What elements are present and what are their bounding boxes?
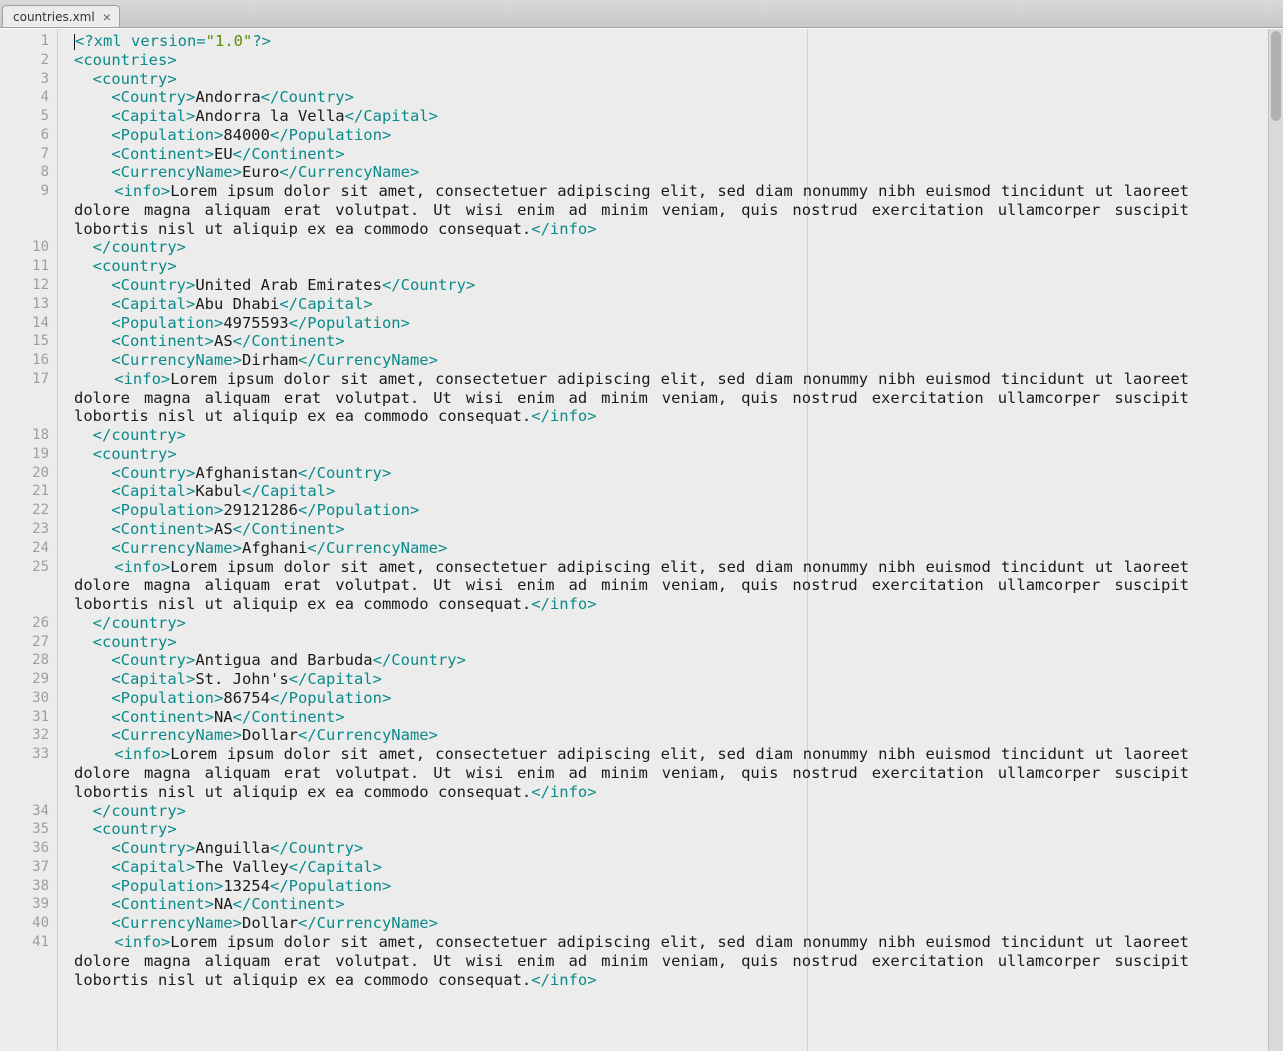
code-line[interactable]: <CurrencyName>Afghani</CurrencyName>: [74, 539, 1283, 558]
close-icon[interactable]: ×: [101, 10, 113, 24]
line-number: 16: [0, 351, 49, 370]
code-line[interactable]: <Continent>AS</Continent>: [74, 332, 1283, 351]
code-line[interactable]: <CurrencyName>Dollar</CurrencyName>: [74, 726, 1283, 745]
line-number: 38: [0, 877, 49, 896]
code-line[interactable]: <Continent>AS</Continent>: [74, 520, 1283, 539]
app-window: countries.xml × 123456789101112131415161…: [0, 0, 1283, 1051]
code-line[interactable]: <country>: [74, 820, 1283, 839]
line-number: 12: [0, 276, 49, 295]
line-number: 2: [0, 51, 49, 70]
file-tab[interactable]: countries.xml ×: [2, 5, 120, 27]
code-line[interactable]: <Country>Antigua and Barbuda</Country>: [74, 651, 1283, 670]
code-line[interactable]: <CurrencyName>Dirham</CurrencyName>: [74, 351, 1283, 370]
code-line[interactable]: <country>: [74, 633, 1283, 652]
line-number: 32: [0, 726, 49, 745]
code-line[interactable]: <Capital>Andorra la Vella</Capital>: [74, 107, 1283, 126]
code-line[interactable]: <info>Lorem ipsum dolor sit amet, consec…: [74, 182, 1189, 238]
code-line[interactable]: <Country>Andorra</Country>: [74, 88, 1283, 107]
line-number-gutter: 1234567891011121314151617181920212223242…: [0, 29, 58, 1051]
line-number: 36: [0, 839, 49, 858]
code-line[interactable]: <Population>4975593</Population>: [74, 314, 1283, 333]
line-number: 18: [0, 426, 49, 445]
code-line[interactable]: </country>: [74, 614, 1283, 633]
code-line[interactable]: </country>: [74, 802, 1283, 821]
line-number: 11: [0, 257, 49, 276]
line-number: 34: [0, 802, 49, 821]
code-line[interactable]: <info>Lorem ipsum dolor sit amet, consec…: [74, 933, 1189, 989]
vertical-scrollbar[interactable]: [1268, 29, 1283, 1051]
line-number: 23: [0, 520, 49, 539]
line-number: 21: [0, 482, 49, 501]
line-number: 28: [0, 651, 49, 670]
line-number: 17: [0, 370, 49, 426]
line-number: 40: [0, 914, 49, 933]
code-line[interactable]: <info>Lorem ipsum dolor sit amet, consec…: [74, 745, 1189, 801]
code-line[interactable]: <?xml version="1.0"?>: [74, 32, 1283, 51]
code-line[interactable]: <countries>: [74, 51, 1283, 70]
code-line[interactable]: <Population>84000</Population>: [74, 126, 1283, 145]
code-line[interactable]: <Country>United Arab Emirates</Country>: [74, 276, 1283, 295]
line-number: 26: [0, 614, 49, 633]
line-number: 25: [0, 558, 49, 614]
code-line[interactable]: <Population>13254</Population>: [74, 877, 1283, 896]
code-line[interactable]: <Capital>Abu Dhabi</Capital>: [74, 295, 1283, 314]
vertical-scrollbar-thumb[interactable]: [1271, 31, 1281, 121]
code-line[interactable]: <Capital>St. John's</Capital>: [74, 670, 1283, 689]
line-number: 9: [0, 182, 49, 238]
code-line[interactable]: <CurrencyName>Dollar</CurrencyName>: [74, 914, 1283, 933]
line-number: 13: [0, 295, 49, 314]
code-line[interactable]: <Continent>EU</Continent>: [74, 145, 1283, 164]
tab-bar: countries.xml ×: [0, 0, 1283, 28]
code-line[interactable]: <Population>29121286</Population>: [74, 501, 1283, 520]
code-line[interactable]: <Country>Afghanistan</Country>: [74, 464, 1283, 483]
code-line[interactable]: <Capital>The Valley</Capital>: [74, 858, 1283, 877]
code-line[interactable]: <Continent>NA</Continent>: [74, 708, 1283, 727]
code-line[interactable]: </country>: [74, 426, 1283, 445]
line-number: 3: [0, 70, 49, 89]
line-number: 5: [0, 107, 49, 126]
line-number: 8: [0, 163, 49, 182]
code-line[interactable]: <Country>Anguilla</Country>: [74, 839, 1283, 858]
code-line[interactable]: <CurrencyName>Euro</CurrencyName>: [74, 163, 1283, 182]
line-number: 35: [0, 820, 49, 839]
line-number: 27: [0, 633, 49, 652]
line-number: 39: [0, 895, 49, 914]
line-number: 29: [0, 670, 49, 689]
line-number: 15: [0, 332, 49, 351]
code-line[interactable]: <country>: [74, 70, 1283, 89]
line-number: 37: [0, 858, 49, 877]
code-line[interactable]: <country>: [74, 257, 1283, 276]
line-number: 20: [0, 464, 49, 483]
file-tab-label: countries.xml: [13, 10, 95, 24]
code-line[interactable]: <Capital>Kabul</Capital>: [74, 482, 1283, 501]
code-line[interactable]: <Population>86754</Population>: [74, 689, 1283, 708]
line-number: 4: [0, 88, 49, 107]
line-number: 22: [0, 501, 49, 520]
code-line[interactable]: </country>: [74, 238, 1283, 257]
line-number: 41: [0, 933, 49, 989]
editor-area[interactable]: 1234567891011121314151617181920212223242…: [0, 28, 1283, 1051]
code-line[interactable]: <info>Lorem ipsum dolor sit amet, consec…: [74, 370, 1189, 426]
line-number: 33: [0, 745, 49, 801]
line-number: 14: [0, 314, 49, 333]
line-number: 1: [0, 32, 49, 51]
line-number: 19: [0, 445, 49, 464]
line-number: 30: [0, 689, 49, 708]
line-number: 7: [0, 145, 49, 164]
code-content[interactable]: <?xml version="1.0"?><countries> <countr…: [58, 29, 1283, 989]
line-number: 6: [0, 126, 49, 145]
line-number: 24: [0, 539, 49, 558]
code-line[interactable]: <country>: [74, 445, 1283, 464]
code-line[interactable]: <Continent>NA</Continent>: [74, 895, 1283, 914]
line-number: 10: [0, 238, 49, 257]
line-number: 31: [0, 708, 49, 727]
code-viewport[interactable]: <?xml version="1.0"?><countries> <countr…: [58, 29, 1283, 1051]
code-line[interactable]: <info>Lorem ipsum dolor sit amet, consec…: [74, 558, 1189, 614]
